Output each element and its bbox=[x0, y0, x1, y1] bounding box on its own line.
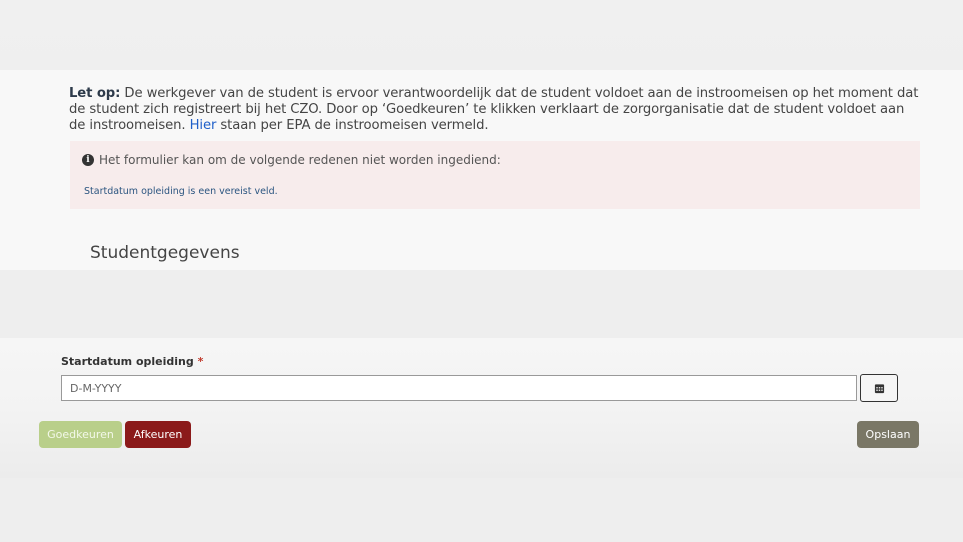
notice-label: Let op: bbox=[69, 86, 121, 101]
required-marker: * bbox=[197, 355, 204, 368]
approve-button[interactable]: Goedkeuren bbox=[39, 421, 122, 448]
background-bottom bbox=[0, 478, 963, 542]
save-button[interactable]: Opslaan bbox=[857, 421, 919, 448]
start-date-input[interactable] bbox=[61, 375, 857, 401]
error-alert: i Het formulier kan om de volgende reden… bbox=[70, 141, 920, 209]
error-header: i Het formulier kan om de volgende reden… bbox=[82, 153, 501, 167]
instroomeisen-link[interactable]: Hier bbox=[190, 118, 217, 133]
error-header-text: Het formulier kan om de volgende redenen… bbox=[99, 153, 501, 167]
background-top bbox=[0, 0, 963, 70]
error-item: Startdatum opleiding is een vereist veld… bbox=[84, 186, 278, 197]
section-title: Studentgegevens bbox=[90, 243, 240, 263]
notice-text: Let op: De werkgever van de student is e… bbox=[69, 86, 919, 134]
reject-button[interactable]: Afkeuren bbox=[125, 421, 191, 448]
start-date-label: Startdatum opleiding * bbox=[61, 355, 203, 368]
start-date-label-text: Startdatum opleiding bbox=[61, 355, 194, 368]
info-circle-icon: i bbox=[82, 154, 94, 166]
calendar-icon bbox=[874, 383, 884, 393]
notice-text-part-end: staan per EPA de instroomeisen vermeld. bbox=[216, 118, 489, 133]
background-middle bbox=[0, 270, 963, 338]
calendar-button[interactable] bbox=[860, 374, 898, 402]
